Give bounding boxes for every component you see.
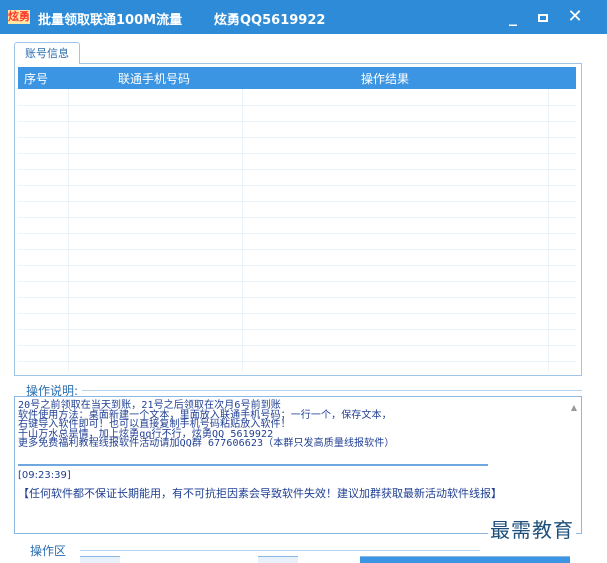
- table-column-divider: [242, 89, 243, 372]
- watermark-text: 最需教育: [488, 514, 576, 543]
- column-header-index[interactable]: 序号: [24, 70, 48, 87]
- window-author: 炫勇QQ5619922: [214, 13, 326, 28]
- close-button[interactable]: ✕: [562, 4, 588, 30]
- description-divider: [82, 390, 582, 391]
- minimize-icon: _: [509, 7, 517, 26]
- tab-account-info[interactable]: 账号信息: [14, 42, 80, 64]
- operation-area-divider: [80, 550, 480, 551]
- description-line: 更多免费福利教程线报软件活动请加QQ群 677606623（本群只发高质量线报软…: [18, 438, 395, 449]
- table-row-divider: [18, 105, 576, 106]
- app-logo-icon: 炫勇: [8, 10, 30, 24]
- table-row-divider: [18, 169, 576, 170]
- log-timestamp: [09:23:39]: [18, 470, 71, 481]
- table-row-divider: [18, 265, 576, 266]
- table-row-divider: [18, 201, 576, 202]
- table-row-divider: [18, 249, 576, 250]
- table-row-divider: [18, 361, 576, 362]
- window-title: 批量领取联通100M流量: [38, 13, 183, 28]
- table-row-divider: [18, 233, 576, 234]
- table-row-divider: [18, 137, 576, 138]
- table-row-divider: [18, 313, 576, 314]
- table-row-divider: [18, 297, 576, 298]
- description-text: 20号之前领取在当天到账，21号之后领取在次月6号前到账 软件使用方法：桌面新建一…: [18, 401, 558, 449]
- table-row-divider: [18, 217, 576, 218]
- column-header-result[interactable]: 操作结果: [361, 70, 409, 87]
- table-row-divider: [18, 185, 576, 186]
- table-row-divider: [18, 153, 576, 154]
- maximize-icon: [538, 14, 548, 22]
- minimize-button[interactable]: _: [500, 4, 526, 30]
- table-row-divider: [18, 281, 576, 282]
- operation-area-title: 操作区: [30, 544, 67, 558]
- account-table-body[interactable]: [18, 89, 576, 372]
- scroll-up-icon[interactable]: ▲: [571, 403, 577, 412]
- table-row-divider: [18, 345, 576, 346]
- maximize-button[interactable]: [530, 4, 556, 30]
- operation-input-2[interactable]: [258, 556, 298, 563]
- table-row-divider: [18, 121, 576, 122]
- operation-button[interactable]: [360, 556, 570, 563]
- close-icon: ✕: [567, 6, 583, 27]
- operation-input-1[interactable]: [80, 556, 120, 563]
- column-header-phone[interactable]: 联通手机号码: [118, 70, 190, 87]
- log-message: 【任何软件都不保证长期能用，有不可抗拒因素会导致软件失效！建议加群获取最新活动软…: [18, 487, 502, 500]
- log-separator: [18, 464, 488, 466]
- table-column-divider: [68, 89, 69, 372]
- title-bar[interactable]: 炫勇 批量领取联通100M流量 炫勇QQ5619922 _ ✕: [0, 0, 607, 34]
- table-row-divider: [18, 329, 576, 330]
- table-column-divider: [548, 89, 549, 372]
- account-table-header: 序号 联通手机号码 操作结果: [18, 67, 576, 89]
